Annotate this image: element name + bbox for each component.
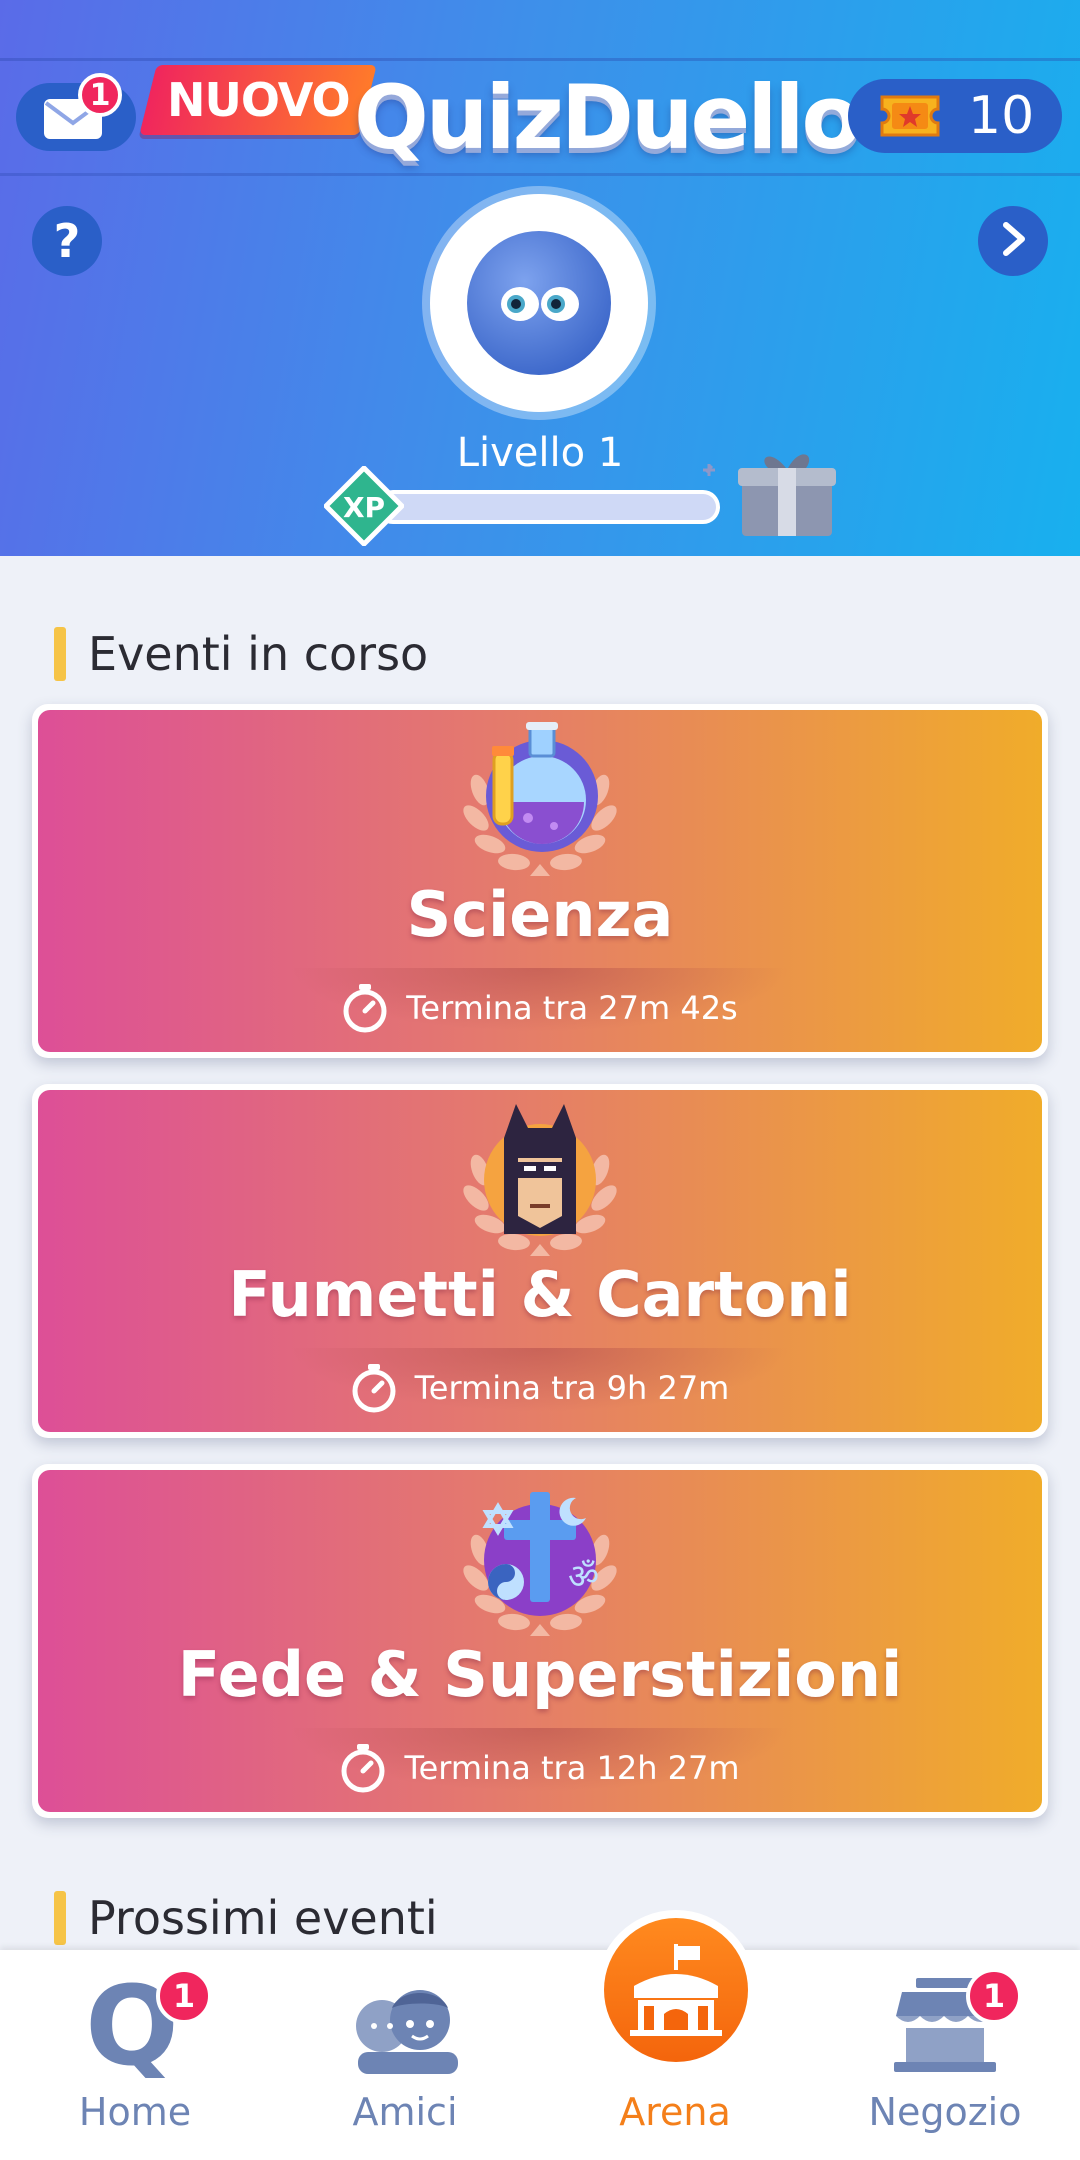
event-timer: Termina tra 9h 27m [38, 1360, 1042, 1416]
arena-disc [604, 1918, 748, 2062]
event-card-faith[interactable]: ॐ Fede & Superstizioni Termina tra 12h 2… [32, 1464, 1048, 1818]
profile-header: 1 NUOVO QuizDuello 10 ? Livello 1 XP [0, 0, 1080, 556]
event-timer-text: Termina tra 12h 27m [404, 1749, 740, 1787]
event-timer: Termina tra 12h 27m [38, 1740, 1042, 1796]
avatar-face-icon [464, 228, 614, 382]
friends-icon [340, 1968, 470, 2082]
science-flask-icon [458, 718, 622, 886]
xp-progress-bar [376, 490, 720, 524]
ticket-icon [878, 93, 942, 143]
stopwatch-icon [343, 984, 387, 1033]
help-icon: ? [53, 214, 81, 268]
heading-accent-bar [54, 627, 66, 681]
event-timer-text: Termina tra 9h 27m [414, 1369, 730, 1407]
upcoming-events-title: Prossimi eventi [88, 1891, 438, 1945]
status-strip [0, 0, 1080, 61]
event-card-body: Scienza Termina tra 27m 42s [38, 710, 1042, 1052]
nav-home[interactable]: Q 1 Home [0, 1950, 270, 2160]
event-title: Scienza [406, 878, 674, 951]
nav-friends[interactable]: Amici [270, 1950, 540, 2160]
event-card-comics[interactable]: Fumetti & Cartoni Termina tra 9h 27m [32, 1084, 1048, 1438]
xp-progress-track [380, 494, 716, 520]
bottom-navigation: Q 1 Home Amici Arena 1 Negozio [0, 1950, 1080, 2160]
new-tag-label: NUOVO [166, 73, 350, 127]
event-title: Fede & Superstizioni [177, 1638, 903, 1711]
top-bar: 1 NUOVO QuizDuello 10 [0, 61, 1080, 176]
home-badge: 1 [156, 1968, 212, 2024]
current-events-title: Eventi in corso [88, 627, 429, 681]
arena-button[interactable] [596, 1910, 756, 2070]
xp-label: XP [343, 491, 385, 524]
nav-home-label: Home [78, 2090, 192, 2134]
tickets-counter[interactable]: 10 [848, 79, 1062, 153]
nav-arena-label: Arena [619, 2090, 731, 2134]
level-label: Livello 1 [456, 430, 624, 476]
next-button[interactable] [978, 206, 1048, 276]
stopwatch-icon [341, 1744, 385, 1793]
chevron-right-icon [998, 221, 1028, 261]
help-button[interactable]: ? [32, 206, 102, 276]
upcoming-events-heading: Prossimi eventi [54, 1890, 438, 1946]
heading-accent-bar [54, 1891, 66, 1945]
tickets-count: 10 [968, 86, 1035, 146]
event-title: Fumetti & Cartoni [228, 1258, 852, 1331]
shop-badge: 1 [966, 1968, 1022, 2024]
event-card-body: ॐ Fede & Superstizioni Termina tra 12h 2… [38, 1470, 1042, 1812]
svg-text:ॐ: ॐ [568, 1557, 599, 1597]
avatar[interactable] [430, 194, 648, 412]
event-card-body: Fumetti & Cartoni Termina tra 9h 27m [38, 1090, 1042, 1432]
event-timer: Termina tra 27m 42s [38, 980, 1042, 1036]
nav-shop[interactable]: 1 Negozio [810, 1950, 1080, 2160]
app-logo: QuizDuello [354, 66, 862, 169]
xp-icon: XP [322, 464, 406, 550]
nav-shop-label: Negozio [868, 2090, 1022, 2134]
inbox-badge: 1 [78, 73, 122, 117]
event-timer-text: Termina tra 27m 42s [406, 989, 738, 1027]
gift-icon[interactable] [700, 440, 840, 544]
comics-hero-icon [458, 1098, 622, 1266]
new-tag: NUOVO [139, 65, 377, 135]
event-card-science[interactable]: Scienza Termina tra 27m 42s [32, 704, 1048, 1058]
current-events-heading: Eventi in corso [54, 626, 428, 682]
stopwatch-icon [352, 1364, 396, 1413]
religion-symbols-icon: ॐ [458, 1478, 622, 1646]
nav-friends-label: Amici [352, 2090, 458, 2134]
arena-stadium-icon [630, 1944, 722, 2036]
inbox-button[interactable]: 1 [16, 73, 136, 151]
